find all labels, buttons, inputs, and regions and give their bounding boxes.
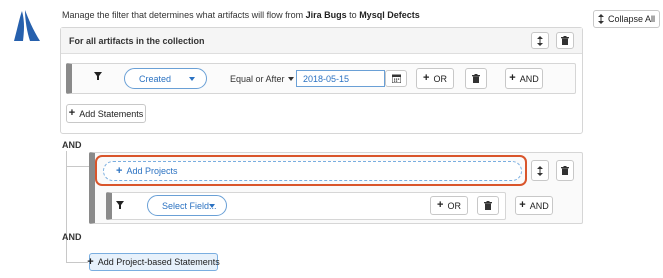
description-text: Manage the filter that determines what a… — [62, 10, 304, 20]
plus-icon: + — [87, 255, 94, 268]
plus-icon: + — [116, 165, 123, 177]
add-project-based-statements-button[interactable]: + Add Project-based Statements — [87, 253, 220, 271]
project-add-and-button[interactable]: + AND — [515, 196, 553, 215]
delete-project-button[interactable] — [556, 160, 574, 181]
add-or-button[interactable]: + OR — [416, 68, 454, 89]
calendar-icon — [391, 74, 401, 83]
tree-connector-line — [66, 166, 89, 167]
filter-description: Manage the filter that determines what a… — [62, 10, 420, 20]
atlassian-logo-icon — [14, 10, 40, 41]
sort-arrows-icon — [537, 35, 543, 46]
collection-panel-header: For all artifacts in the collection — [61, 28, 582, 54]
project-add-or-button[interactable]: + OR — [430, 196, 468, 215]
plus-icon: + — [437, 199, 444, 211]
select-field-dropdown[interactable]: Select Field... — [147, 195, 227, 216]
sort-arrows-icon — [537, 165, 543, 176]
trash-icon — [561, 36, 569, 45]
trash-icon — [484, 201, 492, 210]
trash-icon — [472, 74, 480, 83]
sort-arrows-icon — [597, 14, 604, 24]
delete-collection-button[interactable] — [556, 32, 574, 49]
and-connector-label: AND — [62, 232, 82, 242]
filter-icon — [94, 72, 102, 80]
add-and-label: AND — [519, 73, 539, 84]
add-statements-label: Add Statements — [79, 108, 144, 119]
add-and-label: AND — [529, 200, 549, 211]
reorder-project-button[interactable] — [531, 160, 549, 181]
date-value-input[interactable]: 2018-05-15 — [296, 70, 385, 87]
tree-connector-line — [66, 151, 67, 262]
collapse-all-button[interactable]: Collapse All — [593, 10, 660, 28]
add-projects-button[interactable]: + Add Projects — [103, 161, 522, 181]
field-select-created[interactable]: Created — [124, 68, 207, 89]
add-project-statements-label: Add Project-based Statements — [97, 257, 220, 267]
calendar-button[interactable] — [385, 70, 407, 87]
add-statements-button[interactable]: + Add Statements — [66, 104, 146, 123]
plus-icon: + — [509, 72, 516, 84]
tree-connector-line — [66, 262, 88, 263]
add-or-label: OR — [447, 200, 461, 211]
plus-icon: + — [423, 72, 430, 84]
caret-down-icon — [189, 77, 195, 81]
operator-select[interactable]: Equal or After — [230, 74, 294, 84]
and-connector-label: AND — [62, 140, 82, 150]
trash-icon — [561, 166, 569, 175]
collapse-all-label: Collapse All — [607, 14, 656, 24]
plus-icon: + — [68, 107, 76, 119]
target-name: Mysql Defects — [359, 10, 420, 20]
source-name: Jira Bugs — [305, 10, 347, 20]
plus-icon: + — [519, 199, 526, 211]
field-select-label: Created — [139, 73, 172, 84]
delete-statement-button[interactable] — [465, 68, 487, 89]
add-projects-label: Add Projects — [126, 166, 178, 176]
project-delete-statement-button[interactable] — [477, 196, 499, 215]
date-value: 2018-05-15 — [303, 73, 350, 84]
add-and-button[interactable]: + AND — [505, 68, 543, 89]
description-connector: to — [349, 10, 357, 20]
add-or-label: OR — [433, 73, 447, 84]
reorder-collection-button[interactable] — [531, 32, 549, 49]
caret-down-icon — [287, 77, 294, 81]
filter-icon — [116, 201, 124, 209]
collection-panel-title: For all artifacts in the collection — [69, 36, 205, 46]
operator-label: Equal or After — [230, 74, 285, 84]
caret-down-icon — [209, 204, 215, 208]
